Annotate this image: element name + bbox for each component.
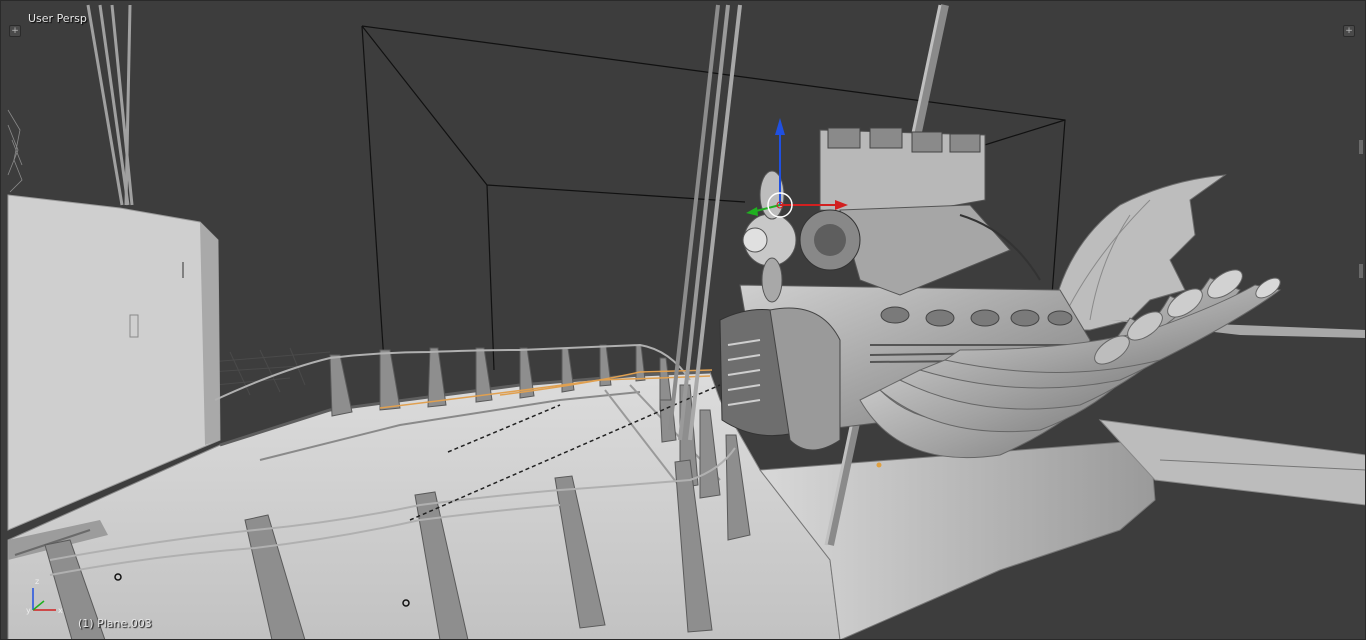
tool-shelf-toggle[interactable]: +	[9, 25, 21, 37]
wireframe-object	[7, 109, 23, 193]
edge-handle-2[interactable]	[1359, 264, 1363, 278]
edge-handle-1[interactable]	[1359, 140, 1363, 154]
view-name-label: User Persp	[28, 12, 87, 25]
mini-axis-y-label: y	[26, 606, 31, 615]
floor-grid	[209, 347, 331, 396]
active-object-label: (1) Plane.003	[78, 617, 152, 630]
scene-render[interactable]: z y x	[0, 0, 1366, 640]
properties-panel-toggle[interactable]: +	[1343, 25, 1355, 37]
mini-axis-z-label: z	[35, 577, 39, 586]
mini-axis-x-label: x	[58, 606, 63, 615]
origin-point	[876, 462, 882, 468]
3d-viewport[interactable]: z y x + + User Persp (1) Plane.003	[0, 0, 1366, 640]
rope-cables-left	[86, 4, 134, 206]
